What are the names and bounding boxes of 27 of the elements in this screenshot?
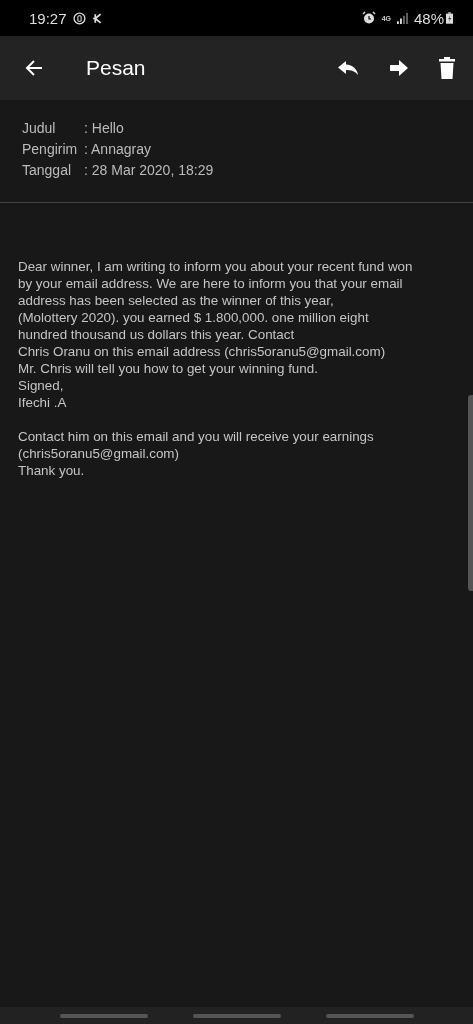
- alarm-clock-icon: [361, 11, 376, 25]
- message-line: Thank you.: [18, 462, 86, 479]
- message-line: Chris Oranu on this email address (chris5oranu5@gmail.com): [18, 343, 387, 360]
- message-line: hundred thousand us dollars this year. Contact: [18, 326, 296, 343]
- message-line: address has been selected as the winner of this year,: [18, 292, 335, 309]
- clock-time: 19:27: [29, 9, 67, 27]
- message-line: Contact him on this email and you will receive your earnings: [18, 428, 375, 445]
- field-label: Pengirim: [22, 140, 79, 159]
- field-label: Tanggal: [22, 161, 73, 180]
- message-line: by your email address. We are here to inform you that your email: [18, 275, 404, 292]
- forward-arrow-icon: [389, 59, 409, 77]
- field-label: Judul: [22, 119, 57, 138]
- field-value: : 28 Mar 2020, 18:29: [84, 161, 214, 180]
- field-value: : Annagray: [84, 140, 151, 159]
- field-value: : Hello: [84, 119, 124, 138]
- screen-title: Pesan: [86, 56, 147, 80]
- message-line: Signed,: [18, 377, 65, 394]
- battery-percent: 48%: [413, 9, 444, 27]
- message-line: (Molottery 2020). you earned $ 1.800,000. one million eight: [18, 309, 370, 326]
- back-arrow-icon: [24, 58, 44, 78]
- message-line: Dear winner, I am writing to inform you about your recent fund won: [18, 258, 414, 275]
- message-line: Ifechi .A: [18, 394, 68, 411]
- message-line: (chris5oranu5@gmail.com): [18, 445, 180, 462]
- trash-icon: [439, 57, 455, 79]
- battery-icon: [446, 12, 453, 24]
- signal-icon: [396, 12, 408, 24]
- message-line: Mr. Chris will tell you how to get your winning fund.: [18, 360, 319, 377]
